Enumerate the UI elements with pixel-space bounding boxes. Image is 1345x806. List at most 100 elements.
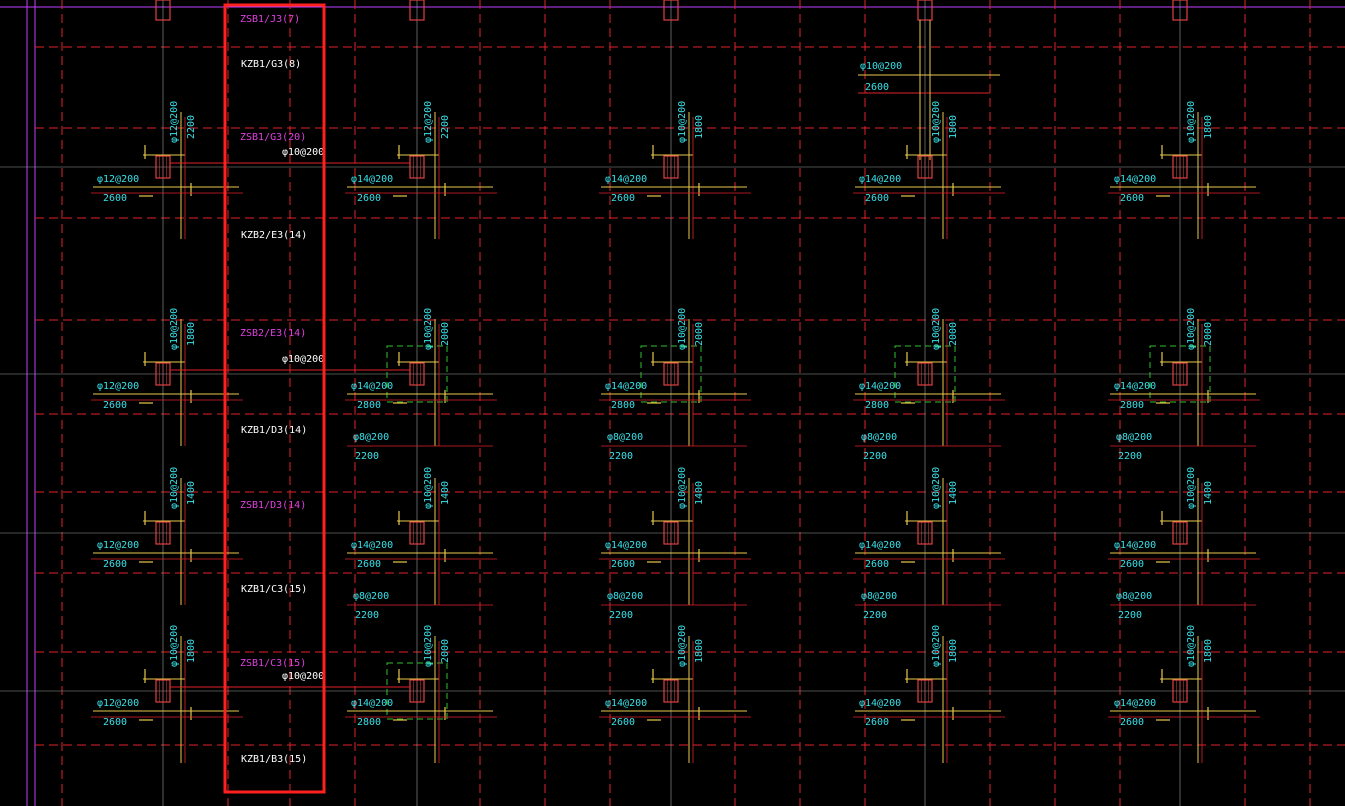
horizontal-rebar-length: 2600 [357, 193, 381, 204]
vertical-rebar-spec: φ10@200 [931, 308, 942, 350]
column-node: φ10@200 1400 φ14@200 2600 φ8@200 2200 [345, 467, 497, 621]
horizontal-rebar-spec: φ14@200 [605, 540, 647, 551]
vertical-rebar-length: 1400 [186, 481, 197, 505]
horizontal-rebar-spec: φ12@200 [97, 174, 139, 185]
bottom-rebar-length: 2200 [1118, 610, 1142, 621]
column-layer: φ10@200 2600 φ12@200 2200 φ12@200 2600 φ12@200… [91, 0, 1260, 763]
vertical-rebar-spec: φ10@200 [423, 308, 434, 350]
horizontal-rebar-spec: φ14@200 [351, 381, 393, 392]
horizontal-rebar-length: 2600 [357, 559, 381, 570]
connector-label: φ10@200 [282, 147, 324, 158]
column-node: φ10@200 1800 φ12@200 2600 [91, 625, 243, 763]
bottom-rebar-length: 2200 [609, 610, 633, 621]
column-node: φ10@200 2000 φ14@200 2800 φ8@200 2200 [345, 308, 497, 462]
horizontal-rebar-spec: φ14@200 [1114, 698, 1156, 709]
column-node: φ10@200 1400 φ14@200 2600 φ8@200 2200 [853, 467, 1005, 621]
vertical-rebar-spec: φ10@200 [1186, 101, 1197, 143]
bottom-rebar-length: 2200 [863, 610, 887, 621]
horizontal-rebar-spec: φ12@200 [97, 381, 139, 392]
band-label: KZB1/C3(15) [241, 584, 307, 595]
vertical-rebar-spec: φ10@200 [677, 101, 688, 143]
horizontal-rebar-length: 2800 [865, 400, 889, 411]
bottom-rebar-spec: φ8@200 [1116, 432, 1152, 443]
vertical-rebar-length: 2000 [1203, 322, 1214, 346]
column-node: φ10@200 1800 φ14@200 2600 [853, 625, 1005, 763]
column-strip-label: ZSB2/E3(14) [240, 328, 306, 339]
horizontal-rebar-length: 2600 [611, 559, 635, 570]
horizontal-rebar-spec: φ14@200 [859, 698, 901, 709]
vertical-rebar-length: 1400 [1203, 481, 1214, 505]
column-node: φ10@200 1400 φ14@200 2600 φ8@200 2200 [1108, 467, 1260, 621]
vertical-rebar-length: 1400 [694, 481, 705, 505]
horizontal-rebar-spec: φ14@200 [351, 698, 393, 709]
column-node: φ10@200 1400 φ12@200 2600 [91, 467, 243, 605]
column-node: φ10@200 2000 φ14@200 2800 φ8@200 2200 [853, 308, 1005, 462]
vertical-rebar-length: 1400 [440, 481, 451, 505]
horizontal-rebar-length: 2600 [103, 400, 127, 411]
vertical-rebar-length: 2000 [694, 322, 705, 346]
vertical-rebar-spec: φ10@200 [931, 625, 942, 667]
vertical-rebar-length: 1800 [948, 115, 959, 139]
band-label: KZB1/B3(15) [241, 754, 307, 765]
horizontal-rebar-length: 2800 [357, 717, 381, 728]
vertical-rebar-spec: φ10@200 [931, 467, 942, 509]
connector-label: φ10@200 [282, 671, 324, 682]
horizontal-rebar-length: 2800 [1120, 400, 1144, 411]
vertical-rebar-spec: φ12@200 [169, 101, 180, 143]
vertical-rebar-spec: φ10@200 [1186, 625, 1197, 667]
bottom-rebar-length: 2200 [863, 451, 887, 462]
horizontal-rebar-length: 2600 [611, 717, 635, 728]
vertical-rebar-length: 2000 [440, 639, 451, 663]
vertical-rebar-spec: φ10@200 [169, 625, 180, 667]
bottom-rebar-spec: φ8@200 [861, 432, 897, 443]
vertical-rebar-length: 1800 [694, 639, 705, 663]
column-strip-label: ZSB1/D3(14) [240, 500, 306, 511]
band-label: KZB1/D3(14) [241, 425, 307, 436]
vertical-rebar-length: 2200 [440, 115, 451, 139]
horizontal-rebar-spec: φ14@200 [605, 698, 647, 709]
band-label: KZB1/G3(8) [241, 59, 301, 70]
vertical-rebar-length: 1800 [948, 639, 959, 663]
horizontal-rebar-spec: φ12@200 [97, 698, 139, 709]
vertical-rebar-length: 1800 [1203, 639, 1214, 663]
horizontal-rebar-spec: φ14@200 [859, 540, 901, 551]
bottom-rebar-length: 2200 [355, 610, 379, 621]
column-node: φ10@200 1800 φ12@200 2600 [91, 308, 243, 446]
band-label: KZB2/E3(14) [241, 230, 307, 241]
horizontal-rebar-spec: φ14@200 [605, 174, 647, 185]
vertical-rebar-length: 1800 [186, 639, 197, 663]
bottom-rebar-spec: φ8@200 [353, 591, 389, 602]
horizontal-rebar-length: 2600 [103, 717, 127, 728]
vertical-rebar-spec: φ10@200 [423, 467, 434, 509]
vertical-rebar-length: 1800 [694, 115, 705, 139]
vertical-rebar-spec: φ10@200 [931, 101, 942, 143]
column-strip-label: ZSB1/C3(15) [240, 658, 306, 669]
column-node: φ10@200 2000 φ14@200 2800 [345, 625, 497, 763]
horizontal-rebar-length: 2600 [1120, 193, 1144, 204]
column-strip-label: ZSB1/G3(20) [240, 132, 306, 143]
horizontal-rebar-length: 2600 [103, 559, 127, 570]
bottom-rebar-length: 2200 [1118, 451, 1142, 462]
vertical-rebar-spec: φ10@200 [169, 308, 180, 350]
horizontal-rebar-spec: φ14@200 [1114, 381, 1156, 392]
top-note-spec: φ10@200 [860, 61, 902, 72]
column-node: φ10@200 2000 φ14@200 2800 φ8@200 2200 [1108, 308, 1260, 462]
horizontal-rebar-length: 2600 [865, 559, 889, 570]
vertical-rebar-spec: φ10@200 [677, 467, 688, 509]
vertical-rebar-spec: φ10@200 [1186, 308, 1197, 350]
vertical-rebar-spec: φ10@200 [423, 625, 434, 667]
top-note-length: 2600 [865, 82, 889, 93]
bottom-rebar-spec: φ8@200 [1116, 591, 1152, 602]
bottom-rebar-length: 2200 [355, 451, 379, 462]
vertical-rebar-spec: φ10@200 [169, 467, 180, 509]
bottom-rebar-length: 2200 [609, 451, 633, 462]
vertical-rebar-length: 2000 [440, 322, 451, 346]
column-strip-label: ZSB1/J3(7) [240, 14, 300, 25]
horizontal-rebar-spec: φ14@200 [351, 174, 393, 185]
vertical-rebar-spec: φ12@200 [423, 101, 434, 143]
horizontal-rebar-length: 2600 [1120, 717, 1144, 728]
vertical-rebar-length: 2200 [186, 115, 197, 139]
horizontal-rebar-spec: φ14@200 [1114, 540, 1156, 551]
cad-drawing-canvas[interactable]: φ10@200 2600 φ12@200 2200 φ12@200 2600 φ12@200… [0, 0, 1345, 806]
column-node: φ10@200 1400 φ14@200 2600 φ8@200 2200 [599, 467, 751, 621]
